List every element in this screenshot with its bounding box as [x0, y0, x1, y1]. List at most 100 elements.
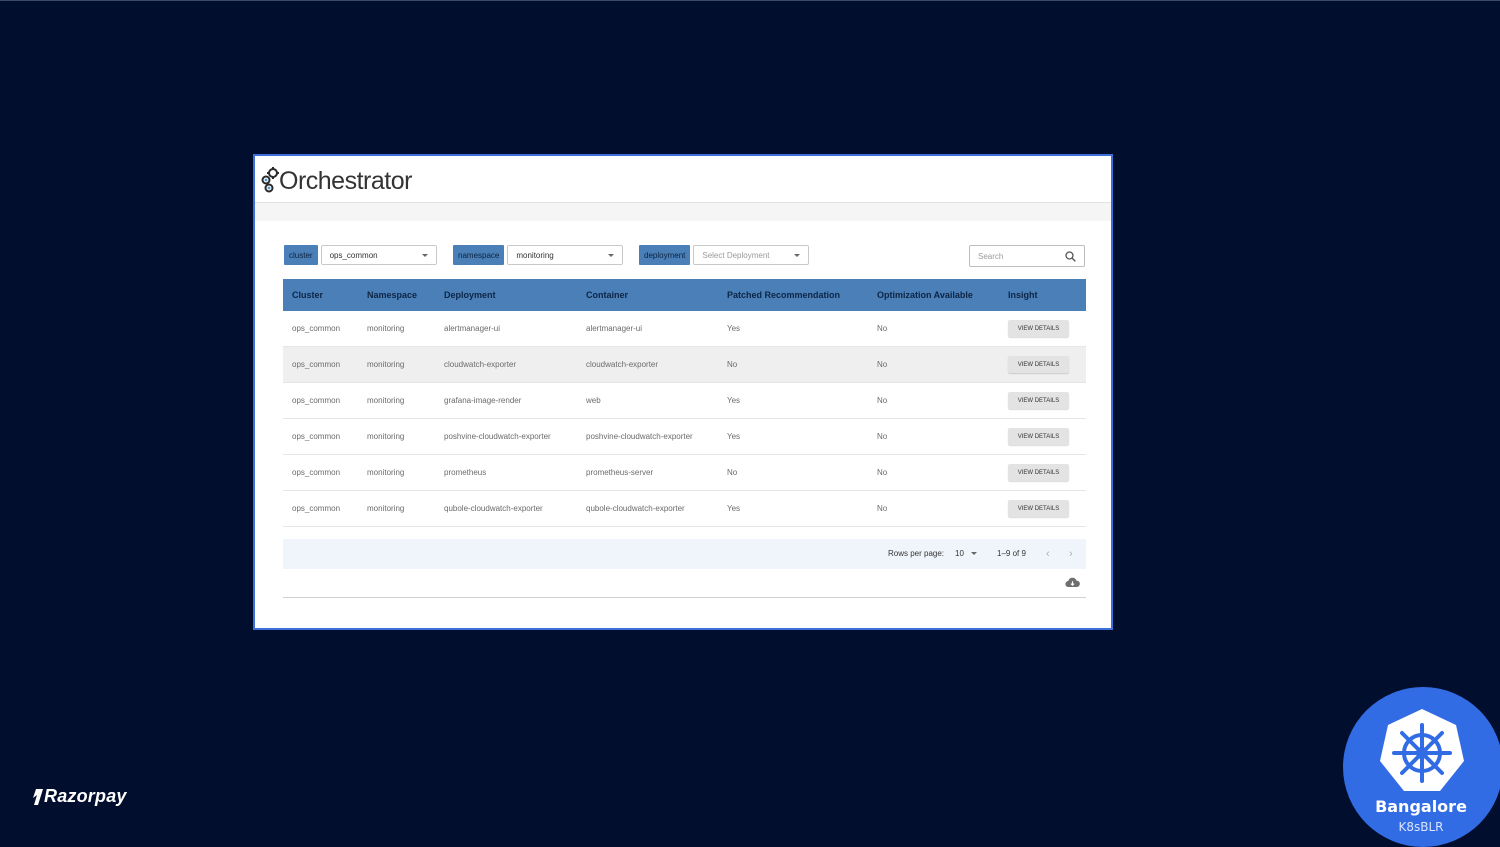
search-box	[969, 245, 1085, 267]
cell-container: alertmanager-ui	[586, 324, 643, 333]
cell-cluster: ops_common	[292, 504, 341, 513]
table-row: ops_common monitoring cloudwatch-exporte…	[283, 347, 1086, 383]
cluster-filter: cluster ops_common	[284, 245, 437, 265]
chevron-right-icon[interactable]: ›	[1069, 539, 1073, 569]
cluster-filter-label: cluster	[284, 245, 318, 265]
namespace-select-value: monitoring	[516, 250, 554, 260]
logo-text: Orchestrator	[279, 166, 412, 195]
column-header-container[interactable]: Container	[586, 279, 628, 311]
cluster-select-value: ops_common	[329, 250, 378, 260]
cell-patched: No	[727, 468, 738, 477]
table-row: ops_common monitoring prometheus prometh…	[283, 455, 1086, 491]
cluster-select[interactable]: ops_common	[320, 245, 437, 265]
rows-per-page-label: Rows per page:	[888, 549, 945, 558]
table-footer	[283, 569, 1086, 597]
cell-deployment: poshvine-cloudwatch-exporter	[444, 432, 551, 441]
cell-patched: Yes	[727, 504, 741, 513]
column-header-cluster[interactable]: Cluster	[292, 279, 323, 311]
cell-container: cloudwatch-exporter	[586, 360, 659, 369]
cell-deployment: alertmanager-ui	[444, 324, 501, 333]
cell-container: poshvine-cloudwatch-exporter	[586, 432, 693, 441]
cell-optimization: No	[877, 468, 888, 477]
cell-namespace: monitoring	[367, 324, 405, 333]
razorpay-logo: Razorpay	[30, 786, 127, 807]
cell-cluster: ops_common	[292, 324, 341, 333]
cell-namespace: monitoring	[367, 468, 405, 477]
deployment-select-placeholder: Select Deployment	[702, 250, 770, 260]
cell-container: web	[586, 396, 601, 405]
cell-deployment: qubole-cloudwatch-exporter	[444, 504, 543, 513]
cell-deployment: cloudwatch-exporter	[444, 360, 517, 369]
view-details-button[interactable]: VIEW DETAILS	[1008, 392, 1069, 409]
cell-namespace: monitoring	[367, 432, 405, 441]
cell-cluster: ops_common	[292, 360, 341, 369]
badge-subtitle: K8sBLR	[1398, 820, 1444, 834]
view-details-button[interactable]: VIEW DETAILS	[1008, 320, 1069, 337]
cell-namespace: monitoring	[367, 504, 405, 513]
cell-optimization: No	[877, 360, 888, 369]
view-details-button[interactable]: VIEW DETAILS	[1008, 464, 1069, 481]
cell-patched: Yes	[727, 432, 741, 441]
table-header: Cluster Namespace Deployment Container P…	[283, 279, 1086, 311]
chevron-down-icon	[794, 253, 801, 257]
table-body: ops_common monitoring alertmanager-ui al…	[283, 311, 1086, 539]
view-details-button[interactable]: VIEW DETAILS	[1008, 500, 1069, 517]
cell-container: qubole-cloudwatch-exporter	[586, 504, 685, 513]
view-details-button[interactable]: VIEW DETAILS	[1008, 428, 1069, 445]
chevron-left-icon[interactable]: ‹	[1046, 539, 1050, 569]
column-header-deployment[interactable]: Deployment	[444, 279, 496, 311]
search-input[interactable]	[978, 251, 1058, 261]
cell-patched: Yes	[727, 396, 741, 405]
namespace-filter: namespace monitoring	[453, 245, 624, 265]
column-header-optimization-available[interactable]: Optimization Available	[877, 279, 973, 311]
deployment-filter-label: deployment	[639, 245, 691, 265]
app-header: Orchestrator	[255, 156, 1111, 203]
orchestrator-app-screenshot: Orchestrator cluster ops_common namespac…	[253, 154, 1113, 630]
column-header-patched-recommendation[interactable]: Patched Recommendation	[727, 279, 840, 311]
top-divider	[0, 0, 1500, 1]
deployment-filter: deployment Select Deployment	[639, 245, 810, 265]
cell-optimization: No	[877, 324, 888, 333]
orchestrator-logo[interactable]: Orchestrator	[260, 166, 412, 196]
razorpay-wordmark: Razorpay	[44, 786, 127, 806]
recommendations-table: Cluster Namespace Deployment Container P…	[283, 279, 1086, 598]
cell-cluster: ops_common	[292, 432, 341, 441]
app-body: cluster ops_common namespace monitoring …	[255, 221, 1111, 628]
table-row: ops_common monitoring poshvine-cloudwatc…	[283, 419, 1086, 455]
rows-per-page-value: 10	[955, 549, 964, 558]
chevron-down-icon	[608, 253, 615, 257]
rows-per-page-select[interactable]: 10	[955, 539, 978, 569]
column-header-namespace[interactable]: Namespace	[367, 279, 417, 311]
razorpay-mark-icon	[33, 788, 43, 805]
cloud-download-icon[interactable]	[1065, 577, 1080, 588]
namespace-filter-label: namespace	[453, 245, 505, 265]
deployment-select[interactable]: Select Deployment	[693, 245, 810, 265]
table-row: ops_common monitoring qubole-cloudwatch-…	[283, 491, 1086, 527]
namespace-select[interactable]: monitoring	[507, 245, 624, 265]
cell-cluster: ops_common	[292, 396, 341, 405]
cell-patched: No	[727, 360, 738, 369]
cell-deployment: prometheus	[444, 468, 487, 477]
table-row: ops_common monitoring alertmanager-ui al…	[283, 311, 1086, 347]
pagination-range: 1–9 of 9	[997, 549, 1026, 558]
header-strip	[255, 203, 1111, 221]
badge-title: Bangalore	[1375, 797, 1467, 816]
table-row: ops_common monitoring grafana-image-rend…	[283, 383, 1086, 419]
cell-container: prometheus-server	[586, 468, 654, 477]
cell-cluster: ops_common	[292, 468, 341, 477]
column-header-insight[interactable]: Insight	[1008, 279, 1038, 311]
cell-patched: Yes	[727, 324, 741, 333]
cell-optimization: No	[877, 504, 888, 513]
cell-namespace: monitoring	[367, 396, 405, 405]
search-icon[interactable]	[1065, 250, 1076, 262]
chevron-down-icon	[971, 552, 978, 556]
k8s-bangalore-badge: Bangalore K8sBLR	[1343, 687, 1500, 847]
cell-deployment: grafana-image-render	[444, 396, 522, 405]
cell-optimization: No	[877, 432, 888, 441]
view-details-button[interactable]: VIEW DETAILS	[1008, 356, 1069, 373]
pagination-bar: Rows per page: 10 1–9 of 9 ‹ ›	[283, 539, 1086, 569]
kubernetes-helm-icon	[1380, 709, 1464, 791]
cell-namespace: monitoring	[367, 360, 405, 369]
gears-icon	[261, 167, 279, 193]
cell-optimization: No	[877, 396, 888, 405]
